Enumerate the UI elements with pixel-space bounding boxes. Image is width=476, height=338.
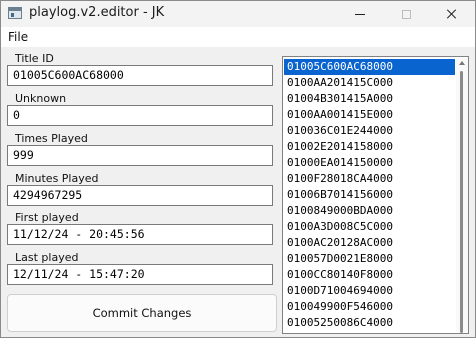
unknown-input[interactable]: 0 [7, 105, 273, 126]
close-button[interactable] [429, 1, 475, 27]
first-played-group: First played 11/12/24 - 20:45:56 [7, 211, 277, 251]
maximize-icon [401, 9, 411, 19]
minutes-played-input[interactable]: 4294967295 [7, 185, 273, 206]
times-played-label: Times Played [15, 132, 88, 145]
title-list-item[interactable]: 0100AA001415E000 [284, 107, 455, 123]
last-played-input[interactable]: 12/11/24 - 15:47:20 [7, 264, 273, 285]
title-list-item[interactable]: 0100D71004694000 [284, 283, 455, 299]
scroll-up-icon[interactable] [459, 61, 465, 65]
title-list-item[interactable]: 0100AC20128AC000 [284, 235, 455, 251]
title-list-item[interactable]: 01005C600AC68000 [284, 59, 455, 75]
minimize-icon [355, 13, 365, 15]
title-list[interactable]: 01005C600AC68000 0100AA201415C000 01004B30… [282, 56, 469, 334]
scroll-thumb[interactable] [460, 71, 463, 333]
title-list-item[interactable]: 01000EA014150000 [284, 155, 455, 171]
minimize-button[interactable] [337, 1, 383, 27]
unknown-group: Unknown 0 [7, 92, 277, 132]
title-list-item[interactable]: 010036C01E244000 [284, 123, 455, 139]
title-id-group: Title ID 01005C600AC68000 [7, 52, 277, 92]
title-list-item[interactable]: 01006B7014156000 [284, 187, 455, 203]
maximize-button[interactable] [383, 1, 429, 27]
menu-file[interactable]: File [8, 30, 28, 44]
unknown-label: Unknown [15, 92, 67, 105]
first-played-label: First played [15, 211, 79, 224]
title-list-item[interactable]: 0100849000BDA000 [284, 203, 455, 219]
window-title: playlog.v2.editor - JK [29, 5, 165, 20]
list-scrollbar[interactable] [456, 58, 468, 333]
close-icon [447, 9, 457, 19]
title-list-item[interactable]: 0100CC80140F8000 [284, 267, 455, 283]
commit-changes-button[interactable]: Commit Changes [7, 294, 277, 332]
times-played-group: Times Played 999 [7, 132, 277, 172]
title-id-label: Title ID [15, 52, 54, 65]
last-played-group: Last played 12/11/24 - 15:47:20 [7, 251, 277, 291]
title-list-item[interactable]: 01004B301415A000 [284, 91, 455, 107]
times-played-input[interactable]: 999 [7, 145, 273, 166]
title-list-item[interactable]: 01002E2014158000 [284, 139, 455, 155]
title-list-item[interactable]: 010057D0021E8000 [284, 251, 455, 267]
menu-bar: File [1, 27, 475, 47]
last-played-label: Last played [15, 251, 79, 264]
title-id-input[interactable]: 01005C600AC68000 [7, 65, 273, 86]
first-played-input[interactable]: 11/12/24 - 20:45:56 [7, 224, 273, 245]
title-list-item[interactable]: 0100F28018CA4000 [284, 171, 455, 187]
title-list-item[interactable]: 0100A3D008C5C000 [284, 219, 455, 235]
title-bar[interactable]: playlog.v2.editor - JK [1, 1, 475, 27]
app-window: playlog.v2.editor - JK File Title ID 010… [0, 0, 476, 338]
app-window-icon [8, 7, 22, 19]
title-list-item[interactable]: 010049900F546000 [284, 299, 455, 315]
minutes-played-label: Minutes Played [15, 172, 99, 185]
title-list-item[interactable]: 0100AA201415C000 [284, 75, 455, 91]
minutes-played-group: Minutes Played 4294967295 [7, 172, 277, 212]
title-list-item[interactable]: 01005250086C4000 [284, 315, 455, 331]
